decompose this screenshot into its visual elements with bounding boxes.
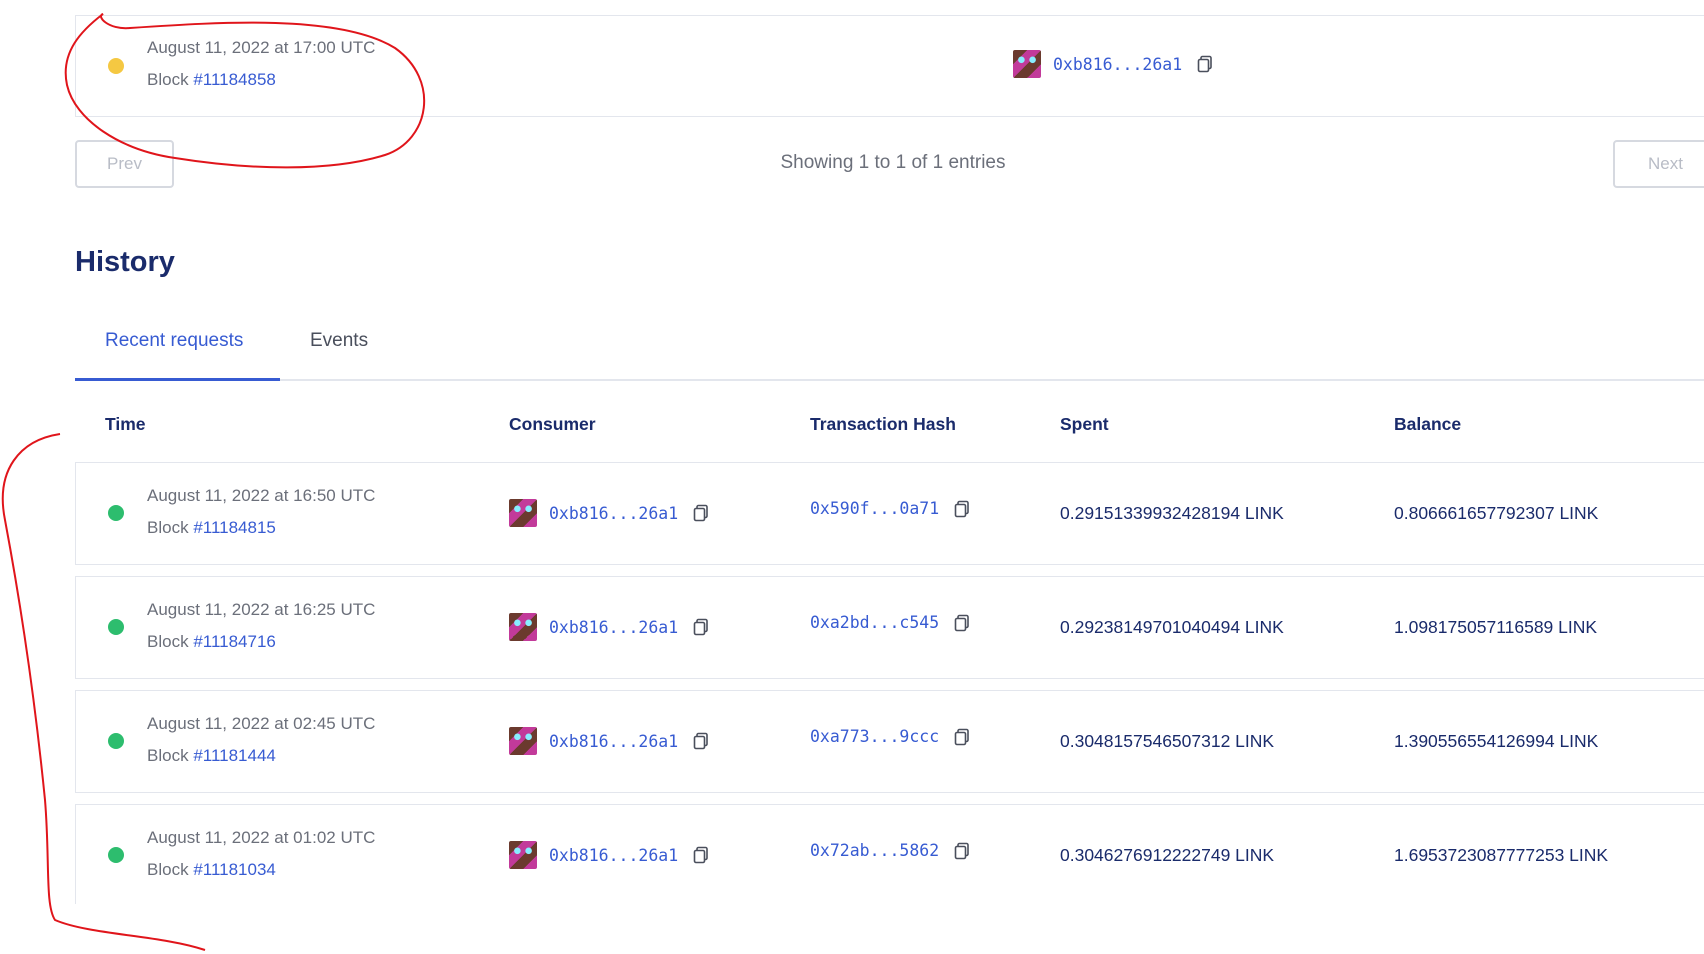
balance-value: 1.390556554126994 LINK bbox=[1394, 731, 1599, 751]
table-row: August 11, 2022 at 02:45 UTC Block #1118… bbox=[75, 690, 1704, 793]
consumer-cell: 0xb816...26a1 bbox=[509, 613, 710, 641]
pending-request-row: August 11, 2022 at 17:00 UTC Block #1118… bbox=[75, 16, 1704, 117]
block-link[interactable]: #11181034 bbox=[193, 860, 276, 879]
copy-icon[interactable] bbox=[692, 846, 710, 864]
column-header-consumer: Consumer bbox=[509, 414, 596, 434]
consumer-cell: 0xb816...26a1 bbox=[509, 499, 710, 527]
active-tab-indicator bbox=[75, 378, 280, 381]
copy-icon[interactable] bbox=[953, 500, 971, 518]
pending-consumer-address[interactable]: 0xb816...26a1 bbox=[1053, 55, 1182, 74]
pending-date: August 11, 2022 at 17:00 UTC bbox=[147, 38, 376, 57]
request-date: August 11, 2022 at 02:45 UTC bbox=[147, 714, 376, 733]
table-row: August 11, 2022 at 16:25 UTC Block #1118… bbox=[75, 576, 1704, 679]
table-row: August 11, 2022 at 01:02 UTC Block #1118… bbox=[75, 804, 1704, 904]
copy-icon[interactable] bbox=[692, 618, 710, 636]
time-cell: August 11, 2022 at 16:25 UTC Block #1118… bbox=[147, 594, 375, 658]
request-block: Block #11181444 bbox=[147, 746, 276, 765]
copy-icon[interactable] bbox=[692, 504, 710, 522]
time-cell: August 11, 2022 at 16:50 UTC Block #1118… bbox=[147, 480, 375, 544]
transaction-hash-link[interactable]: 0xa2bd...c545 bbox=[810, 613, 939, 632]
identicon-avatar bbox=[509, 499, 537, 527]
balance-value: 1.098175057116589 LINK bbox=[1394, 617, 1598, 637]
column-header-balance: Balance bbox=[1394, 414, 1462, 434]
transaction-hash-cell: 0x72ab...5862 bbox=[810, 841, 971, 860]
tab-events[interactable]: Events bbox=[310, 330, 368, 352]
transaction-hash-link[interactable]: 0x590f...0a71 bbox=[810, 499, 939, 518]
consumer-address[interactable]: 0xb816...26a1 bbox=[549, 846, 678, 865]
consumer-cell: 0xb816...26a1 bbox=[509, 727, 710, 755]
pending-time-cell: August 11, 2022 at 17:00 UTC Block #1118… bbox=[147, 32, 375, 96]
block-link[interactable]: #11184815 bbox=[193, 518, 276, 537]
column-header-transaction-hash: Transaction Hash bbox=[810, 414, 956, 434]
column-header-spent: Spent bbox=[1060, 414, 1109, 434]
fulfilled-status-dot bbox=[108, 847, 124, 863]
pending-block-link[interactable]: #11184858 bbox=[193, 70, 276, 89]
consumer-address[interactable]: 0xb816...26a1 bbox=[549, 504, 678, 523]
spent-value: 0.29151339932428194 LINK bbox=[1060, 503, 1284, 523]
copy-icon[interactable] bbox=[953, 614, 971, 632]
request-block: Block #11184716 bbox=[147, 632, 276, 651]
time-cell: August 11, 2022 at 01:02 UTC Block #1118… bbox=[147, 822, 375, 886]
table-row: August 11, 2022 at 16:50 UTC Block #1118… bbox=[75, 462, 1704, 565]
identicon-avatar bbox=[509, 613, 537, 641]
tab-recent-requests[interactable]: Recent requests bbox=[105, 330, 243, 352]
request-block: Block #11184815 bbox=[147, 518, 276, 537]
request-date: August 11, 2022 at 16:50 UTC bbox=[147, 486, 376, 505]
pending-status-dot bbox=[108, 58, 124, 74]
transaction-hash-cell: 0xa773...9ccc bbox=[810, 727, 971, 746]
copy-icon[interactable] bbox=[1196, 55, 1214, 73]
fulfilled-status-dot bbox=[108, 505, 124, 521]
request-date: August 11, 2022 at 16:25 UTC bbox=[147, 600, 376, 619]
spent-value: 0.3048157546507312 LINK bbox=[1060, 731, 1275, 751]
pending-block: Block #11184858 bbox=[147, 70, 276, 89]
consumer-address[interactable]: 0xb816...26a1 bbox=[549, 732, 678, 751]
copy-icon[interactable] bbox=[953, 842, 971, 860]
identicon-avatar bbox=[1013, 50, 1041, 78]
block-link[interactable]: #11181444 bbox=[193, 746, 276, 765]
spent-value: 0.3046276912222749 LINK bbox=[1060, 845, 1275, 865]
time-cell: August 11, 2022 at 02:45 UTC Block #1118… bbox=[147, 708, 375, 772]
transaction-hash-link[interactable]: 0x72ab...5862 bbox=[810, 841, 939, 860]
request-date: August 11, 2022 at 01:02 UTC bbox=[147, 828, 376, 847]
spent-value: 0.29238149701040494 LINK bbox=[1060, 617, 1284, 637]
request-block: Block #11181034 bbox=[147, 860, 276, 879]
history-title: History bbox=[75, 246, 175, 278]
copy-icon[interactable] bbox=[953, 728, 971, 746]
consumer-address[interactable]: 0xb816...26a1 bbox=[549, 618, 678, 637]
next-button[interactable]: Next bbox=[1613, 140, 1704, 188]
transaction-hash-cell: 0x590f...0a71 bbox=[810, 499, 971, 518]
block-link[interactable]: #11184716 bbox=[193, 632, 276, 651]
balance-value: 0.806661657792307 LINK bbox=[1394, 503, 1599, 523]
consumer-cell: 0xb816...26a1 bbox=[509, 841, 710, 869]
identicon-avatar bbox=[509, 727, 537, 755]
tabs-divider bbox=[75, 379, 1704, 381]
identicon-avatar bbox=[509, 841, 537, 869]
copy-icon[interactable] bbox=[692, 732, 710, 750]
transaction-hash-cell: 0xa2bd...c545 bbox=[810, 613, 971, 632]
balance-value: 1.6953723087777253 LINK bbox=[1394, 845, 1609, 865]
fulfilled-status-dot bbox=[108, 733, 124, 749]
fulfilled-status-dot bbox=[108, 619, 124, 635]
pending-consumer: 0xb816...26a1 bbox=[1013, 50, 1214, 78]
transaction-hash-link[interactable]: 0xa773...9ccc bbox=[810, 727, 939, 746]
column-header-time: Time bbox=[105, 414, 146, 434]
pagination-summary: Showing 1 to 1 of 1 entries bbox=[780, 152, 1006, 173]
